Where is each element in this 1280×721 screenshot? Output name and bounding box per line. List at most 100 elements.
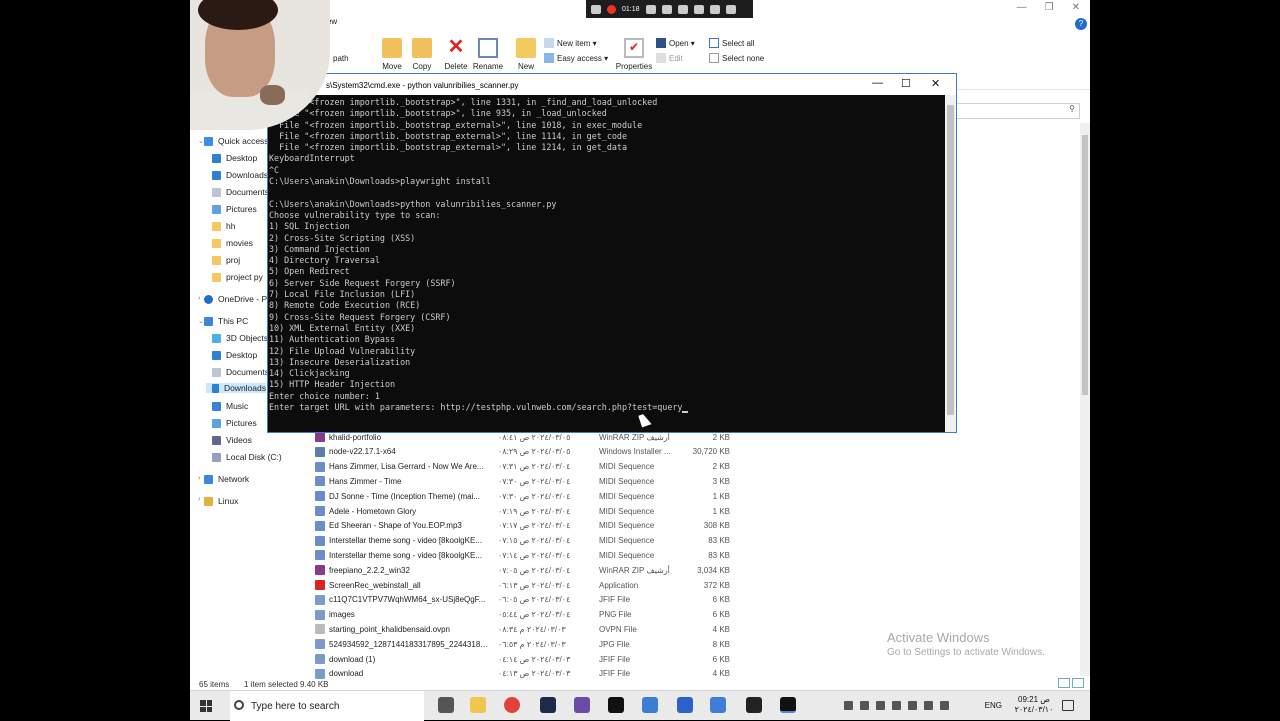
- details-view-icon[interactable]: [1058, 678, 1070, 688]
- easy-access-button[interactable]: Easy access ▾: [544, 53, 608, 63]
- app-icon[interactable]: [677, 697, 693, 713]
- maximize-icon[interactable]: ☐: [901, 77, 911, 90]
- task-view-icon[interactable]: [438, 697, 454, 713]
- file-explorer-icon[interactable]: [470, 697, 486, 713]
- restore-icon[interactable]: ❐: [1045, 2, 1054, 13]
- nav-linux[interactable]: Linux: [204, 496, 238, 506]
- nav-folder-movies[interactable]: movies: [212, 238, 253, 248]
- explorer-scrollbar[interactable]: [1080, 123, 1090, 676]
- vscode-icon[interactable]: [710, 697, 726, 713]
- nav-onedrive[interactable]: OneDrive - P: [204, 294, 267, 304]
- pause-icon[interactable]: [645, 4, 656, 14]
- cmd-scrollbar[interactable]: [945, 95, 956, 432]
- file-row[interactable]: ScreenRec_webinstall_all ٢٠٢٤/٠٣/٠٤ ص ٠٦:…: [310, 578, 730, 592]
- file-row[interactable]: c11Q7C1VTPV7WqhWM64_sx-USj8eQgF... ٢٠٢٤/٠…: [310, 593, 730, 607]
- file-row[interactable]: Interstellar theme song - video [8koolgK…: [310, 534, 730, 548]
- nav-3d-objects[interactable]: 3D Objects: [212, 333, 268, 343]
- nav-downloads[interactable]: Downloads: [212, 170, 268, 180]
- nav-pc-documents[interactable]: Documents: [212, 367, 269, 377]
- camera-icon[interactable]: [591, 4, 601, 14]
- chrome-icon[interactable]: [504, 697, 520, 713]
- tiktok-icon[interactable]: [608, 697, 624, 713]
- file-row[interactable]: 524934592_1287144183317895_224431832... ٢…: [310, 637, 730, 651]
- search-explorer-input[interactable]: ⚲: [955, 103, 1080, 119]
- chevron-right-icon[interactable]: ›: [198, 475, 200, 482]
- delete-button[interactable]: ✕ Delete: [442, 37, 470, 71]
- properties-button[interactable]: ✔ Properties: [614, 38, 654, 71]
- notification-icon[interactable]: [1062, 700, 1074, 711]
- minimize-icon[interactable]: —: [872, 77, 883, 89]
- nav-music[interactable]: Music: [212, 401, 248, 411]
- nav-quick-access[interactable]: Quick access: [204, 136, 269, 146]
- chevron-right-icon[interactable]: ›: [198, 496, 200, 503]
- nav-folder-project-py[interactable]: project py: [212, 272, 263, 282]
- chevron-down-icon[interactable]: ⌄: [198, 317, 204, 325]
- language-indicator[interactable]: ENG: [985, 701, 1002, 710]
- chevron-down-icon[interactable]: ⌄: [198, 137, 204, 145]
- nav-folder-hh[interactable]: hh: [212, 221, 235, 231]
- scrollbar-thumb[interactable]: [947, 105, 954, 415]
- start-button[interactable]: [200, 700, 212, 712]
- nav-network[interactable]: Network: [204, 474, 249, 484]
- nav-pc-pictures[interactable]: Pictures: [212, 418, 257, 428]
- file-row[interactable]: Hans Zimmer - Time ٢٠٢٤/٠٣/٠٤ ص ٠٧:٣٠ MIDI…: [310, 474, 730, 488]
- select-none-button[interactable]: Select none: [709, 53, 764, 63]
- window-icon[interactable]: [709, 4, 720, 14]
- speaker-icon[interactable]: [908, 701, 917, 710]
- keyboard-icon[interactable]: [940, 701, 949, 710]
- file-row[interactable]: Adele - Hometown Glory ٢٠٢٤/٠٣/٠٤ ص ٠٧:١٩…: [310, 504, 730, 518]
- record-icon[interactable]: [607, 4, 616, 14]
- clock[interactable]: 09:21 ص ٢٠٢٤/٠٣/١٠: [1014, 695, 1054, 715]
- edit-button[interactable]: Edit: [656, 53, 683, 63]
- store-icon[interactable]: [642, 697, 658, 713]
- taskbar-search[interactable]: Type here to search: [230, 691, 424, 721]
- mic-icon[interactable]: [876, 701, 885, 710]
- nav-pc-desktop[interactable]: Desktop: [212, 350, 257, 360]
- chevron-right-icon[interactable]: ›: [198, 295, 200, 302]
- speaker-icon[interactable]: [677, 4, 688, 14]
- mic-icon[interactable]: [661, 4, 672, 14]
- webcam-icon[interactable]: [693, 4, 704, 14]
- rename-button[interactable]: Rename: [472, 38, 504, 71]
- cmd-icon[interactable]: [780, 697, 796, 713]
- app-icon[interactable]: [540, 697, 556, 713]
- nav-documents[interactable]: Documents: [212, 187, 269, 197]
- app-icon[interactable]: [746, 697, 762, 713]
- battery-icon[interactable]: [924, 701, 933, 710]
- gear-icon[interactable]: [725, 4, 736, 14]
- nav-videos[interactable]: Videos: [212, 435, 252, 445]
- wifi-icon[interactable]: [892, 701, 901, 710]
- file-row[interactable]: images ٢٠٢٤/٠٣/٠٤ ص ٠٥:٤٤ PNG File 6 KB: [310, 608, 730, 622]
- cmd-titlebar[interactable]: s\System32\cmd.exe - python valunribilie…: [268, 74, 956, 95]
- select-all-button[interactable]: Select all: [709, 38, 754, 48]
- nav-folder-proj[interactable]: proj: [212, 255, 240, 265]
- open-button[interactable]: Open ▾: [656, 38, 695, 48]
- file-row[interactable]: Hans Zimmer, Lisa Gerrard - Now We Are..…: [310, 460, 730, 474]
- minimize-icon[interactable]: —: [1017, 2, 1027, 13]
- file-row[interactable]: Ed Sheeran - Shape of You.EOP.mp3 ٢٠٢٤/٠٣…: [310, 519, 730, 533]
- move-to-button[interactable]: Move: [380, 38, 404, 71]
- file-row[interactable]: node-v22.17.1-x64 ٢٠٢٤/٠٣/٠٥ ص ٠٨:٢٩ Windo…: [310, 445, 730, 459]
- new-folder-button[interactable]: New: [514, 38, 538, 71]
- file-row[interactable]: Interstellar theme song - video [8koolgK…: [310, 548, 730, 562]
- terminal-input-line[interactable]: Enter target URL with parameters: http:/…: [269, 402, 943, 414]
- chevron-up-icon[interactable]: [844, 701, 853, 710]
- large-icons-view-icon[interactable]: [1072, 678, 1084, 688]
- app-icon[interactable]: [574, 697, 590, 713]
- close-icon[interactable]: ✕: [931, 77, 940, 90]
- nav-desktop[interactable]: Desktop: [212, 153, 257, 163]
- network-icon[interactable]: [860, 701, 869, 710]
- file-row[interactable]: download (1) ٢٠٢٤/٠٣/٠٣ ص ٠٤:١٤ JFIF File 6…: [310, 652, 730, 666]
- file-row[interactable]: DJ Sonne - Time (Inception Theme) (mai..…: [310, 489, 730, 503]
- nav-pictures[interactable]: Pictures: [212, 204, 257, 214]
- nav-pc-downloads[interactable]: Downloads: [206, 383, 266, 393]
- copy-path-button[interactable]: path: [333, 54, 349, 63]
- nav-local-disk[interactable]: Local Disk (C:): [212, 452, 282, 462]
- terminal-output[interactable]: File "<frozen importlib._bootstrap>", li…: [269, 97, 943, 432]
- scrollbar-thumb[interactable]: [1082, 135, 1088, 395]
- copy-to-button[interactable]: Copy: [410, 38, 434, 71]
- file-row[interactable]: freepiano_2.2.2_win32 ٢٠٢٤/٠٣/٠٤ ص ٠٧:٠٥ W…: [310, 563, 730, 577]
- file-row[interactable]: starting_point_khalidbensaid.ovpn ٢٠٢٤/٠٣…: [310, 622, 730, 636]
- close-icon[interactable]: ✕: [1072, 2, 1080, 13]
- new-item-button[interactable]: New item ▾: [544, 38, 597, 48]
